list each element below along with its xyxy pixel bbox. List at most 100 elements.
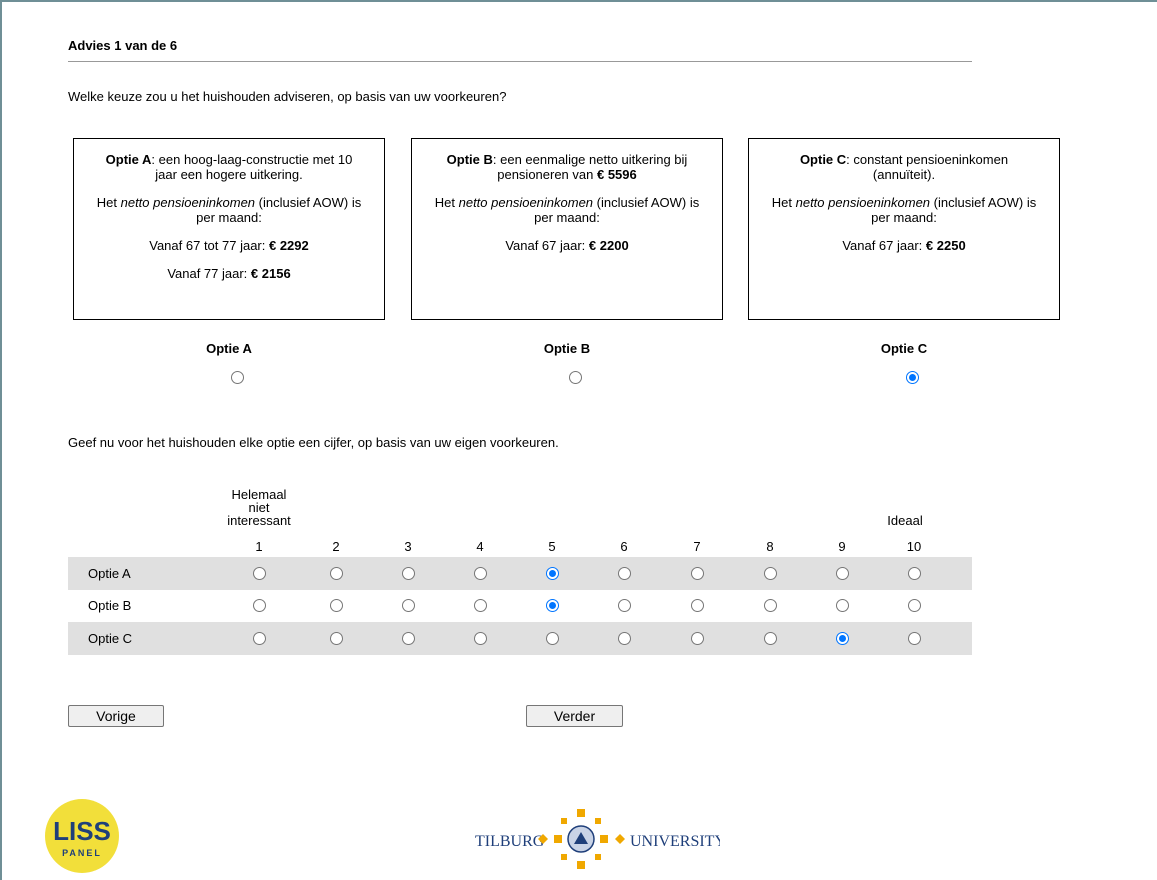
option-a-desc-text: : een hoog-laag-constructie met 10 jaar … xyxy=(151,152,353,182)
rating-row-label: Optie A xyxy=(88,566,131,581)
scale-number-6: 6 xyxy=(620,539,628,554)
tilburg-logo-block-left xyxy=(554,835,562,843)
option-b-net-text: Het netto pensioeninkomen (inclusief AOW… xyxy=(434,195,700,225)
option-c-net-text: Het netto pensioeninkomen (inclusief AOW… xyxy=(771,195,1037,225)
tilburg-logo-block-right xyxy=(600,835,608,843)
rating-radio-c-9[interactable] xyxy=(836,632,849,645)
rating-radio-b-4[interactable] xyxy=(474,599,487,612)
rating-radio-c-3[interactable] xyxy=(402,632,415,645)
tilburg-university-logo: TILBURG UNIVERSITY xyxy=(475,809,720,869)
option-a-name: Optie A xyxy=(105,152,152,167)
window-top-border xyxy=(0,0,1157,2)
progress-title: Advies 1 van de 6 xyxy=(68,38,178,53)
scale-number-1: 1 xyxy=(255,539,263,554)
rating-radio-a-5[interactable] xyxy=(546,567,559,580)
tilburg-logo-right-text: UNIVERSITY xyxy=(630,833,720,850)
rating-radio-a-9[interactable] xyxy=(836,567,849,580)
option-b-name: Optie B xyxy=(446,152,493,167)
next-button[interactable]: Verder xyxy=(526,705,623,727)
rating-radio-b-6[interactable] xyxy=(618,599,631,612)
rating-radio-c-4[interactable] xyxy=(474,632,487,645)
option-a-line-2-label: Vanaf 77 jaar: xyxy=(167,266,251,281)
rating-radio-a-2[interactable] xyxy=(330,567,343,580)
option-b-line-1: Vanaf 67 jaar: € 2200 xyxy=(434,238,700,253)
rating-radio-b-1[interactable] xyxy=(253,599,266,612)
rating-radio-b-5[interactable] xyxy=(546,599,559,612)
option-c-net-pre: Het xyxy=(771,195,796,210)
scale-number-5: 5 xyxy=(548,539,556,554)
rating-radio-c-2[interactable] xyxy=(330,632,343,645)
rating-radio-c-6[interactable] xyxy=(618,632,631,645)
rating-radio-a-1[interactable] xyxy=(253,567,266,580)
scale-number-7: 7 xyxy=(693,539,701,554)
option-b-card: Optie B: een eenmalige netto uitkering b… xyxy=(411,138,723,320)
rating-radio-a-6[interactable] xyxy=(618,567,631,580)
tilburg-logo-left-text: TILBURG xyxy=(475,833,545,850)
tilburg-logo-block-top xyxy=(577,809,585,817)
rating-radio-a-7[interactable] xyxy=(691,567,704,580)
rating-radio-c-1[interactable] xyxy=(253,632,266,645)
scale-number-4: 4 xyxy=(476,539,484,554)
option-c-line-1: Vanaf 67 jaar: € 2250 xyxy=(771,238,1037,253)
rating-radio-b-2[interactable] xyxy=(330,599,343,612)
option-b-description: Optie B: een eenmalige netto uitkering b… xyxy=(434,152,700,182)
option-a-description: Optie A: een hoog-laag-constructie met 1… xyxy=(96,152,362,182)
rating-radio-b-9[interactable] xyxy=(836,599,849,612)
choice-label-b: Optie B xyxy=(543,341,591,356)
choice-label-c: Optie C xyxy=(880,341,928,356)
option-c-net-em: netto pensioeninkomen xyxy=(795,195,931,210)
rating-radio-a-4[interactable] xyxy=(474,567,487,580)
option-a-net-text: Het netto pensioeninkomen (inclusief AOW… xyxy=(96,195,362,225)
option-a-net-pre: Het xyxy=(96,195,121,210)
option-a-card: Optie A: een hoog-laag-constructie met 1… xyxy=(73,138,385,320)
rating-radio-c-7[interactable] xyxy=(691,632,704,645)
rating-radio-a-8[interactable] xyxy=(764,567,777,580)
option-b-line-1-label: Vanaf 67 jaar: xyxy=(505,238,589,253)
previous-button[interactable]: Vorige xyxy=(68,705,164,727)
option-c-card: Optie C: constant pensioeninkomen (annuï… xyxy=(748,138,1060,320)
rating-radio-b-7[interactable] xyxy=(691,599,704,612)
scale-low-anchor: Helemaal niet interessant xyxy=(218,488,300,527)
option-a-line-1-value: € 2292 xyxy=(268,238,309,253)
rating-radio-b-3[interactable] xyxy=(402,599,415,612)
scale-number-2: 2 xyxy=(332,539,340,554)
rating-radio-b-8[interactable] xyxy=(764,599,777,612)
tilburg-logo-diamond-right xyxy=(615,834,625,844)
rating-row-label: Optie B xyxy=(88,598,132,613)
choice-radio-b[interactable] xyxy=(569,371,582,384)
rating-instruction: Geef nu voor het huishouden elke optie e… xyxy=(68,435,559,450)
option-a-line-2-value: € 2156 xyxy=(250,266,291,281)
rating-radio-a-3[interactable] xyxy=(402,567,415,580)
rating-radio-c-5[interactable] xyxy=(546,632,559,645)
option-b-line-1-value: € 2200 xyxy=(588,238,629,253)
scale-number-10: 10 xyxy=(906,539,922,554)
option-b-desc-text: : een eenmalige netto uitkering bij pens… xyxy=(492,152,688,182)
scale-number-9: 9 xyxy=(838,539,846,554)
option-a-line-2: Vanaf 77 jaar: € 2156 xyxy=(96,266,362,281)
scale-number-8: 8 xyxy=(766,539,774,554)
tilburg-logo-block-tr xyxy=(595,818,601,824)
option-a-line-1-label: Vanaf 67 tot 77 jaar: xyxy=(149,238,269,253)
rating-radio-b-10[interactable] xyxy=(908,599,921,612)
option-c-desc-text: : constant pensioeninkomen (annuïteit). xyxy=(846,152,1009,182)
liss-panel-logo: LISS PANEL xyxy=(45,799,119,873)
option-c-line-1-label: Vanaf 67 jaar: xyxy=(842,238,926,253)
question-text: Welke keuze zou u het huishouden adviser… xyxy=(68,89,507,104)
rating-radio-c-10[interactable] xyxy=(908,632,921,645)
option-b-net-em: netto pensioeninkomen xyxy=(458,195,594,210)
tilburg-logo-block-bottom xyxy=(577,861,585,869)
choice-radio-c[interactable] xyxy=(906,371,919,384)
tilburg-logo-block-br xyxy=(595,854,601,860)
option-c-name: Optie C xyxy=(799,152,847,167)
tilburg-logo-block-tl xyxy=(561,818,567,824)
option-c-line-1-value: € 2250 xyxy=(925,238,966,253)
option-c-description: Optie C: constant pensioeninkomen (annuï… xyxy=(771,152,1037,182)
tilburg-logo-block-bl xyxy=(561,854,567,860)
rating-radio-a-10[interactable] xyxy=(908,567,921,580)
rating-row-label: Optie C xyxy=(88,631,133,646)
liss-logo-text: LISS xyxy=(53,816,111,846)
window-left-border xyxy=(0,0,2,880)
scale-high-anchor: Ideaal xyxy=(887,513,923,528)
rating-radio-c-8[interactable] xyxy=(764,632,777,645)
choice-radio-a[interactable] xyxy=(231,371,244,384)
